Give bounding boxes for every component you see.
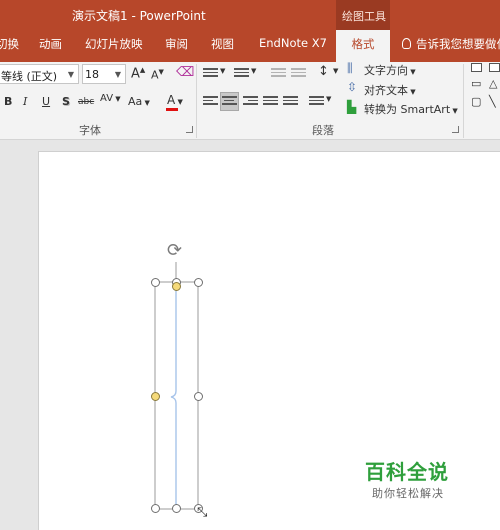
watermark-title: 百科全说 [365,460,449,484]
resize-handle-bottom-left[interactable] [151,504,160,513]
watermark-subtitle: 助你轻松解决 [372,487,444,500]
resize-cursor-icon: ⤡ [197,505,208,520]
rotate-handle-icon[interactable]: ⟳ [167,240,182,261]
resize-handle-bottom[interactable] [172,504,181,513]
brace-connector-line [170,286,177,509]
resize-handle-top-left[interactable] [151,278,160,287]
selected-shape-overlay [154,262,199,510]
resize-handle-right[interactable] [194,392,203,401]
adjust-handle-top[interactable] [172,282,181,291]
adjust-handle-middle[interactable] [151,392,160,401]
resize-handle-top-right[interactable] [194,278,203,287]
